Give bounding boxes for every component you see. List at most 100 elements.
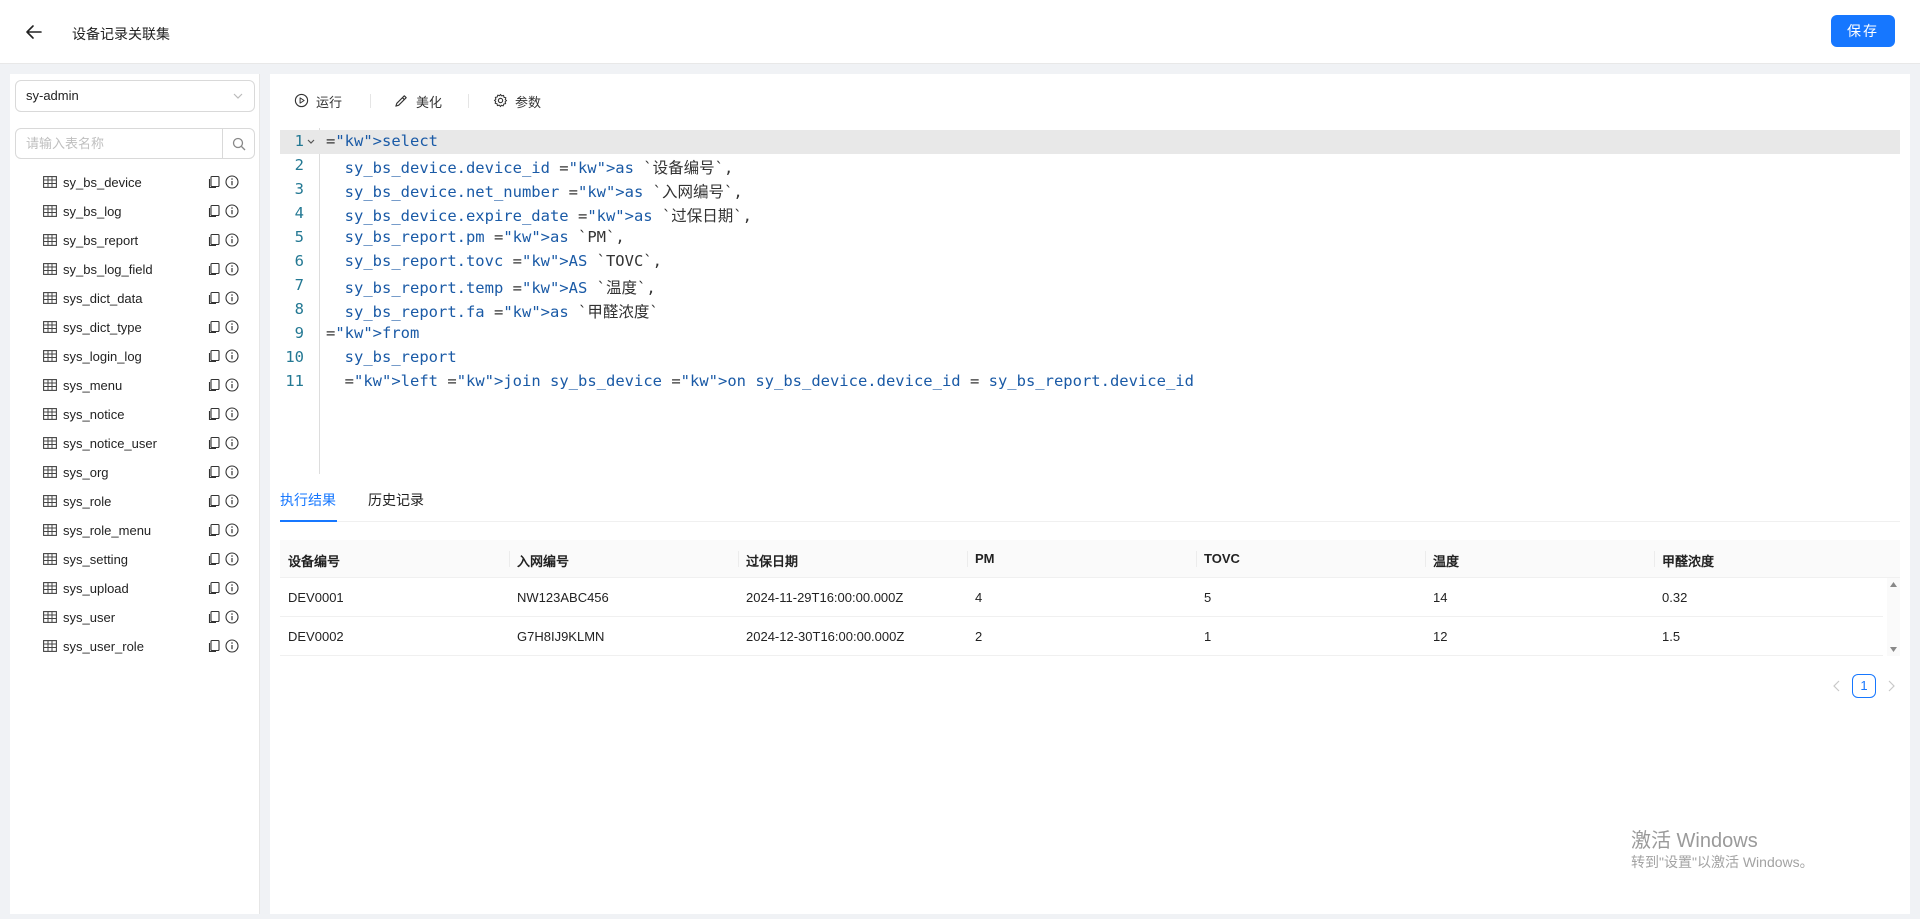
- column-divider: [967, 551, 968, 567]
- search-button[interactable]: [222, 128, 255, 159]
- table-cell: 14: [1433, 590, 1448, 605]
- code-line[interactable]: 10 sy_bs_report: [280, 346, 1900, 370]
- copy-icon[interactable]: [207, 262, 221, 276]
- database-select[interactable]: sy-admin: [15, 80, 255, 112]
- params-button[interactable]: 参数: [493, 91, 553, 111]
- copy-icon[interactable]: [207, 523, 221, 537]
- back-arrow-icon[interactable]: [22, 20, 46, 44]
- table-list-item[interactable]: sys_role_menu: [10, 516, 260, 545]
- copy-icon[interactable]: [207, 610, 221, 624]
- info-icon[interactable]: [225, 610, 239, 624]
- info-icon[interactable]: [225, 320, 239, 334]
- table-list-item[interactable]: sys_notice_user: [10, 429, 260, 458]
- next-page-icon[interactable]: [1886, 680, 1896, 692]
- page-number[interactable]: 1: [1852, 674, 1876, 698]
- copy-icon[interactable]: [207, 465, 221, 479]
- code-line[interactable]: 1 ="kw">select: [280, 130, 1900, 154]
- info-icon[interactable]: [225, 436, 239, 450]
- tab-results[interactable]: 执行结果: [280, 490, 336, 510]
- code-line[interactable]: 5 sy_bs_report.pm ="kw">as `PM`,: [280, 226, 1900, 250]
- table-list-item[interactable]: sys_dict_type: [10, 313, 260, 342]
- info-icon[interactable]: [225, 639, 239, 653]
- code-line[interactable]: 2 sy_bs_device.device_id ="kw">as `设备编号`…: [280, 154, 1900, 178]
- table-list-item[interactable]: sys_menu: [10, 371, 260, 400]
- database-select-value: sy-admin: [26, 88, 79, 103]
- info-icon[interactable]: [225, 378, 239, 392]
- format-label: 美化: [416, 95, 443, 110]
- scroll-down-icon[interactable]: [1890, 647, 1897, 652]
- info-icon[interactable]: [225, 407, 239, 421]
- table-cell: DEV0001: [288, 590, 344, 605]
- copy-icon[interactable]: [207, 291, 221, 305]
- code-line[interactable]: 4 sy_bs_device.expire_date ="kw">as `过保日…: [280, 202, 1900, 226]
- code-line[interactable]: 11 ="kw">left ="kw">join sy_bs_device ="…: [280, 370, 1900, 394]
- tab-history[interactable]: 历史记录: [368, 490, 424, 510]
- table-list-item[interactable]: sys_user_role: [10, 632, 260, 661]
- line-number: 4: [294, 204, 304, 222]
- table-icon: [43, 263, 57, 275]
- table-list-item[interactable]: sy_bs_report: [10, 226, 260, 255]
- copy-icon[interactable]: [207, 175, 221, 189]
- table-list-item[interactable]: sy_bs_log_field: [10, 255, 260, 284]
- run-button[interactable]: 运行: [294, 91, 354, 111]
- info-icon[interactable]: [225, 233, 239, 247]
- copy-icon[interactable]: [207, 436, 221, 450]
- fold-chevron-icon[interactable]: [306, 136, 316, 146]
- prev-page-icon[interactable]: [1832, 680, 1842, 692]
- table-list-item[interactable]: sys_upload: [10, 574, 260, 603]
- info-icon[interactable]: [225, 465, 239, 479]
- info-icon[interactable]: [225, 552, 239, 566]
- copy-icon[interactable]: [207, 204, 221, 218]
- table-row[interactable]: DEV0002 G7H8IJ9KLMN 2024-12-30T16:00:00.00…: [280, 617, 1883, 656]
- line-number: 11: [285, 372, 304, 390]
- table-list-item[interactable]: sys_org: [10, 458, 260, 487]
- copy-icon[interactable]: [207, 494, 221, 508]
- table-list-item[interactable]: sys_notice: [10, 400, 260, 429]
- table-row[interactable]: DEV0001 NW123ABC456 2024-11-29T16:00:00.00…: [280, 578, 1883, 617]
- table-list-item[interactable]: sys_dict_data: [10, 284, 260, 313]
- table-header: 设备编号 入网编号 过保日期 PM TOVC 温度 甲醛浓度: [280, 540, 1900, 578]
- table-list-item[interactable]: sys_user: [10, 603, 260, 632]
- table-search-input[interactable]: [15, 128, 223, 159]
- table-scrollbar[interactable]: [1887, 578, 1900, 656]
- table-icon: [43, 379, 57, 391]
- format-button[interactable]: 美化: [394, 91, 454, 111]
- copy-icon[interactable]: [207, 552, 221, 566]
- code-line[interactable]: 8 sy_bs_report.fa ="kw">as `甲醛浓度`: [280, 298, 1900, 322]
- info-icon[interactable]: [225, 581, 239, 595]
- table-sidebar: sy-admin sy_bs_device sy_bs_log sy_bs_repo…: [10, 74, 260, 914]
- code-line[interactable]: 9 ="kw">from: [280, 322, 1900, 346]
- scroll-up-icon[interactable]: [1890, 582, 1897, 587]
- table-list-item[interactable]: sy_bs_device: [10, 168, 260, 197]
- copy-icon[interactable]: [207, 378, 221, 392]
- copy-icon[interactable]: [207, 233, 221, 247]
- table-name: sys_dict_type: [63, 320, 142, 335]
- sql-editor[interactable]: 1 ="kw">select 2 sy_bs_device.device_id ="…: [280, 128, 1900, 474]
- table-list-item[interactable]: sy_bs_log: [10, 197, 260, 226]
- table-cell: 1.5: [1662, 629, 1681, 644]
- info-icon[interactable]: [225, 349, 239, 363]
- info-icon[interactable]: [225, 175, 239, 189]
- table-name: sy_bs_device: [63, 175, 142, 190]
- table-cell: 2: [975, 629, 983, 644]
- info-icon[interactable]: [225, 204, 239, 218]
- table-list-item[interactable]: sys_setting: [10, 545, 260, 574]
- info-icon[interactable]: [225, 262, 239, 276]
- save-button[interactable]: 保存: [1831, 15, 1895, 47]
- table-list-item[interactable]: sys_login_log: [10, 342, 260, 371]
- info-icon[interactable]: [225, 291, 239, 305]
- code-line[interactable]: 3 sy_bs_device.net_number ="kw">as `入网编号…: [280, 178, 1900, 202]
- table-list: sy_bs_device sy_bs_log sy_bs_report sy_bs_l…: [10, 168, 260, 661]
- copy-icon[interactable]: [207, 320, 221, 334]
- copy-icon[interactable]: [207, 581, 221, 595]
- table-list-item[interactable]: sys_role: [10, 487, 260, 516]
- copy-icon[interactable]: [207, 349, 221, 363]
- copy-icon[interactable]: [207, 639, 221, 653]
- code-line[interactable]: 7 sy_bs_report.temp ="kw">AS `温度`,: [280, 274, 1900, 298]
- toolbar-divider: [468, 94, 469, 108]
- copy-icon[interactable]: [207, 407, 221, 421]
- info-icon[interactable]: [225, 494, 239, 508]
- code-line[interactable]: 6 sy_bs_report.tovc ="kw">AS `TOVC`,: [280, 250, 1900, 274]
- info-icon[interactable]: [225, 523, 239, 537]
- column-divider: [738, 551, 739, 567]
